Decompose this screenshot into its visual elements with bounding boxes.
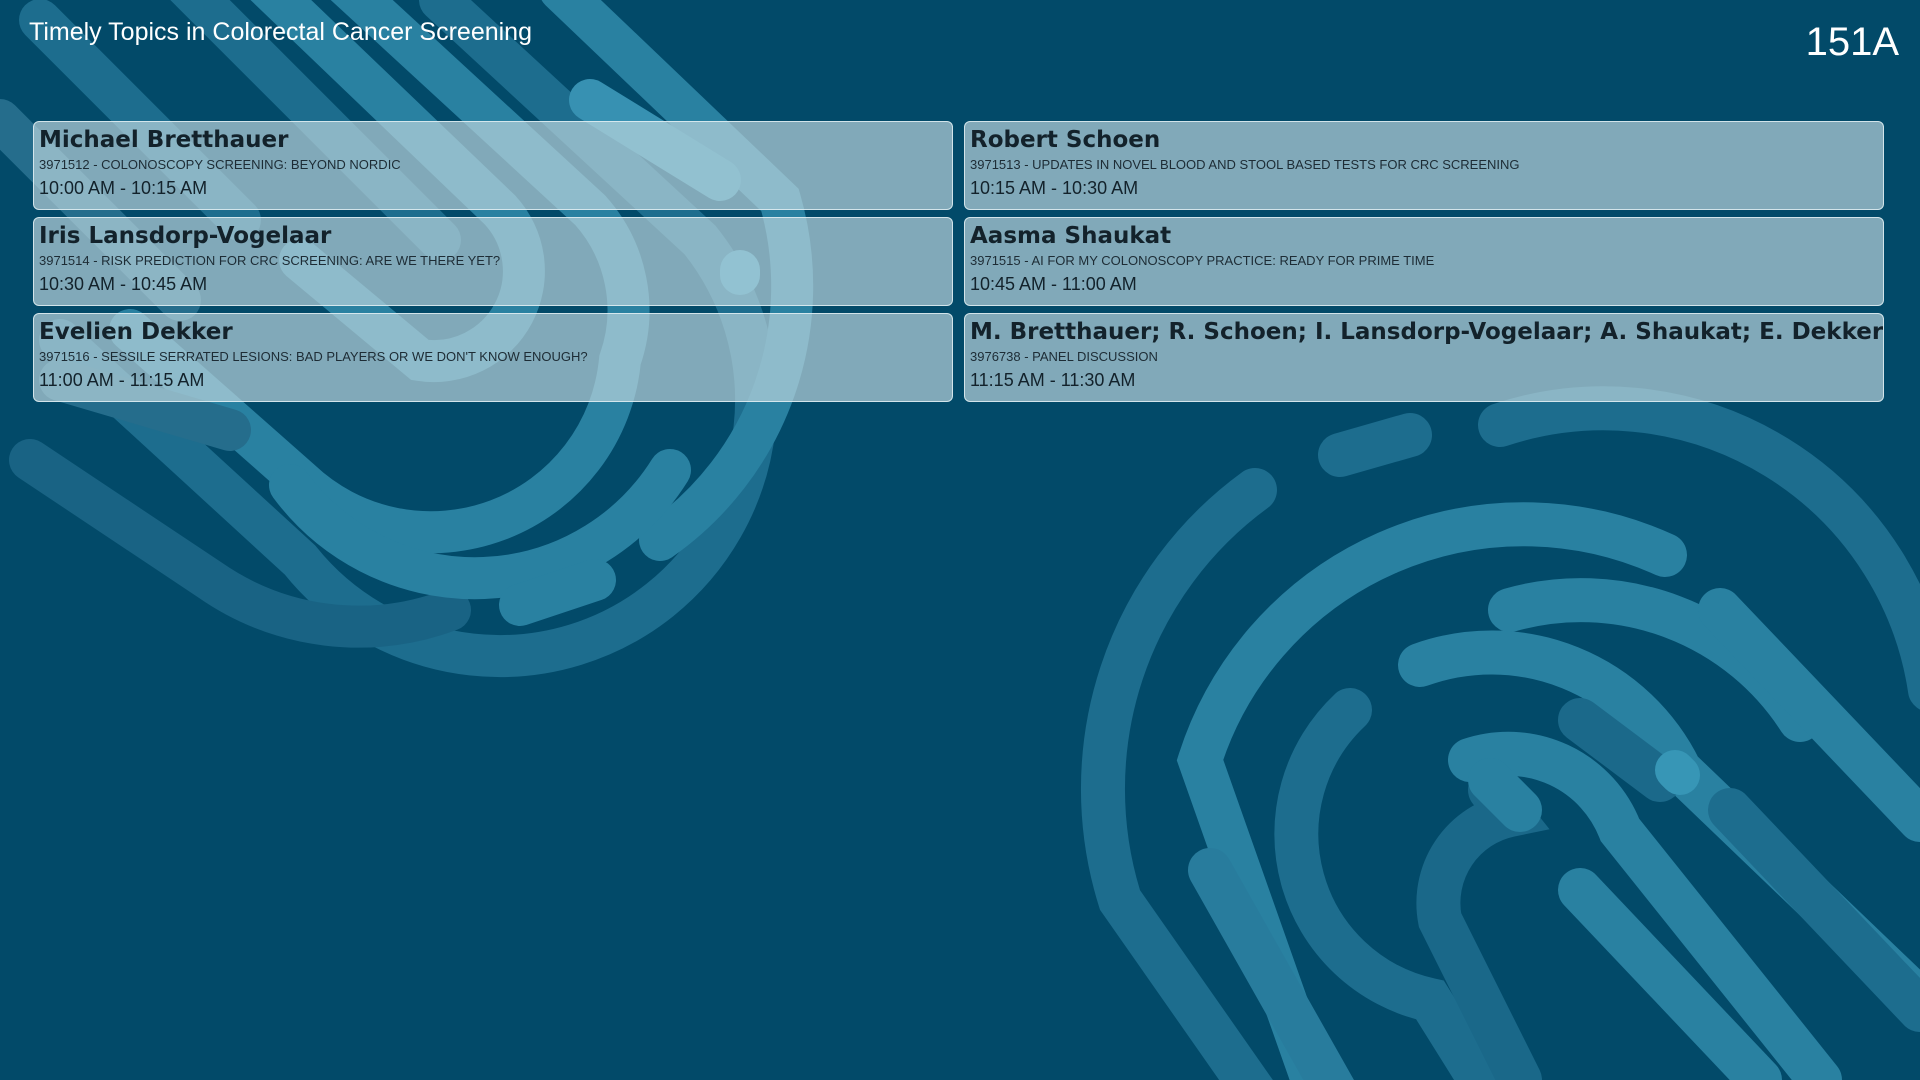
talk-title: 3976738 - PANEL DISCUSSION [970, 349, 1158, 364]
talk-time: 10:30 AM - 10:45 AM [39, 274, 208, 294]
room-number: 151A [1805, 20, 1899, 64]
talk-title: 3971513 - UPDATES IN NOVEL BLOOD AND STO… [970, 157, 1520, 172]
talk-time: 10:45 AM - 11:00 AM [970, 274, 1137, 294]
talk-time: 10:15 AM - 10:30 AM [970, 178, 1139, 198]
fingerprint-bottom-right [1080, 386, 1920, 1080]
talk-card: Evelien Dekker 3971516 - SESSILE SERRATE… [33, 313, 953, 402]
talk-time: 11:15 AM - 11:30 AM [970, 370, 1136, 390]
talk-card: Robert Schoen 3971513 - UPDATES IN NOVEL… [964, 121, 1884, 210]
talk-title: 3971516 - SESSILE SERRATED LESIONS: BAD … [39, 349, 588, 364]
talk-time: 10:00 AM - 10:15 AM [39, 178, 208, 198]
speaker-name: M. Bretthauer; R. Schoen; I. Lansdorp-Vo… [970, 319, 1884, 345]
talk-card: M. Bretthauer; R. Schoen; I. Lansdorp-Vo… [964, 313, 1884, 402]
talk-title: 3971514 - RISK PREDICTION FOR CRC SCREEN… [39, 253, 501, 268]
schedule-grid: Michael Bretthauer 3971512 - COLONOSCOPY… [33, 121, 1885, 402]
talk-card: Aasma Shaukat 3971515 - AI FOR MY COLONO… [964, 217, 1884, 306]
talk-card: Michael Bretthauer 3971512 - COLONOSCOPY… [33, 121, 953, 210]
talk-card: Iris Lansdorp-Vogelaar 3971514 - RISK PR… [33, 217, 953, 306]
speaker-name: Michael Bretthauer [39, 127, 289, 153]
session-title: Timely Topics in Colorectal Cancer Scree… [29, 18, 532, 46]
talk-title: 3971512 - COLONOSCOPY SCREENING: BEYOND … [39, 157, 401, 172]
speaker-name: Evelien Dekker [39, 319, 233, 345]
talk-time: 11:00 AM - 11:15 AM [39, 370, 205, 390]
talk-title: 3971515 - AI FOR MY COLONOSCOPY PRACTICE… [970, 253, 1435, 268]
speaker-name: Robert Schoen [970, 127, 1161, 153]
speaker-name: Iris Lansdorp-Vogelaar [39, 223, 332, 249]
speaker-name: Aasma Shaukat [970, 223, 1172, 249]
